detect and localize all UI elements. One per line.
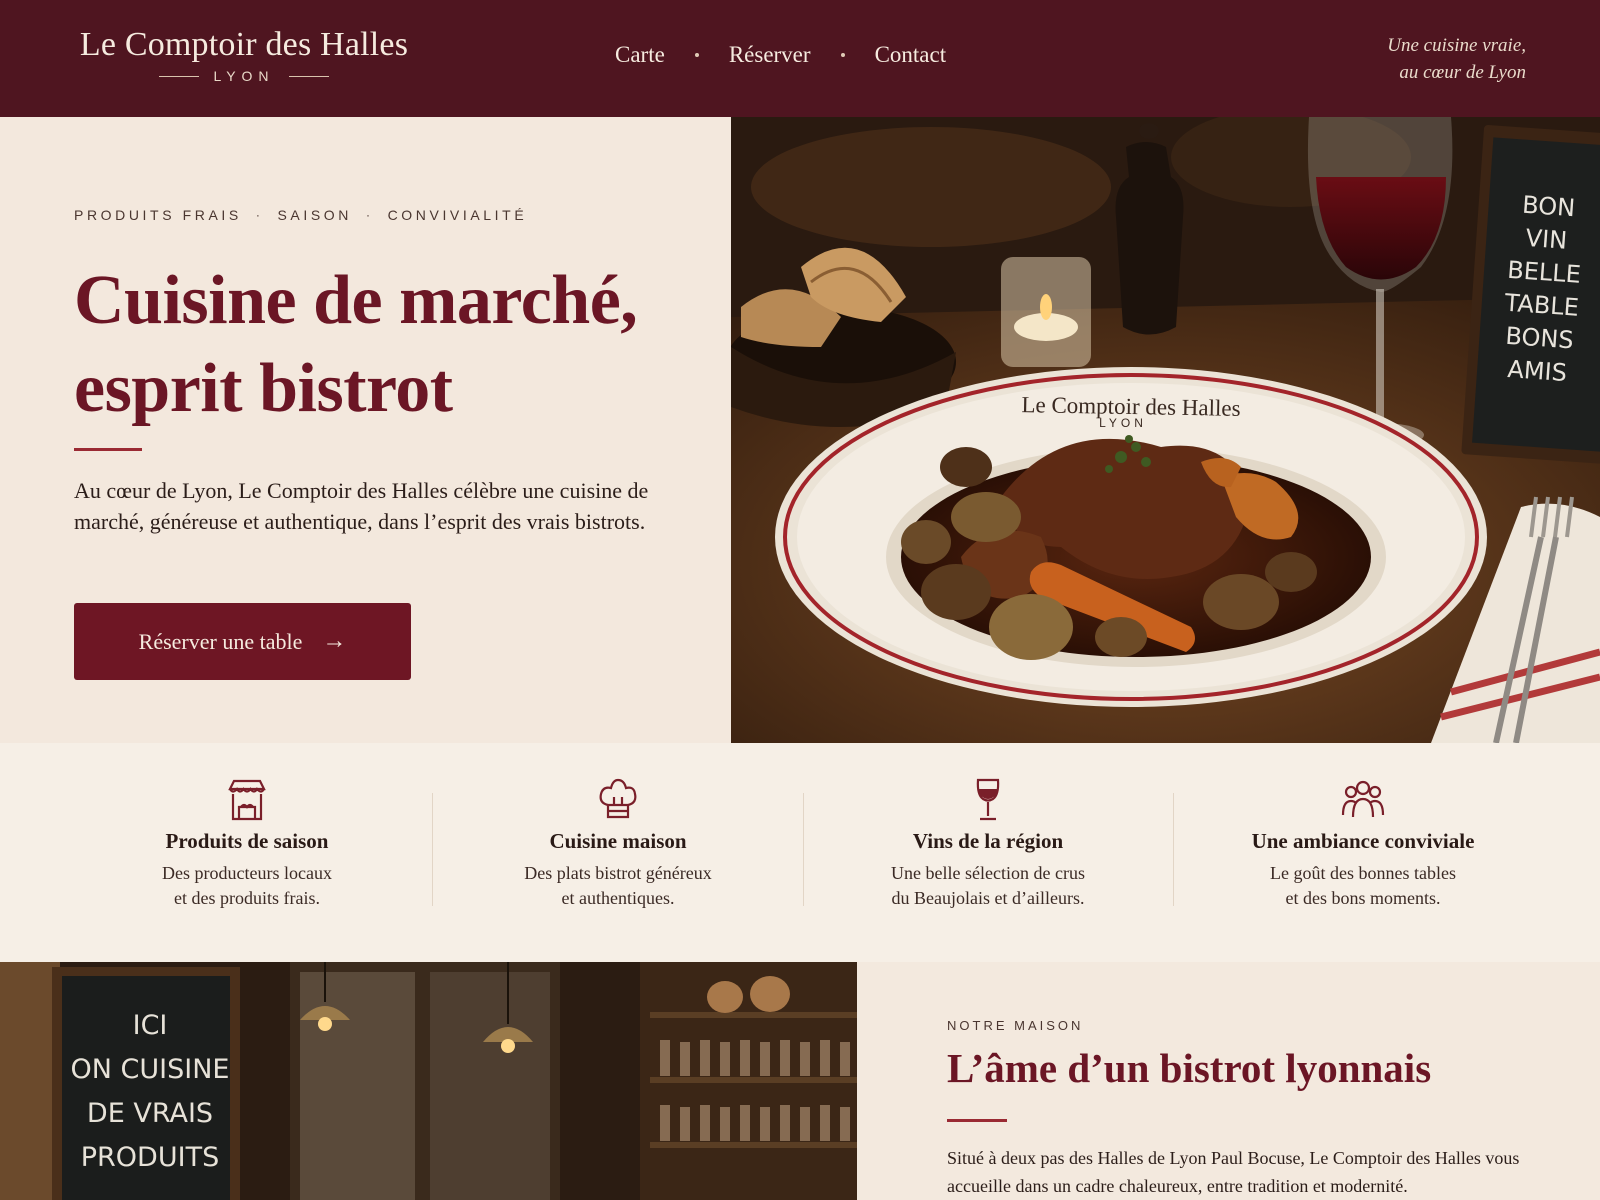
feature-title: Une ambiance conviviale: [1251, 829, 1475, 853]
wine-glass-icon: [976, 778, 1000, 821]
nav-separator: [840, 53, 845, 57]
people-icon: [1341, 780, 1385, 818]
nav-item-carte[interactable]: Carte: [615, 42, 665, 68]
feature-card: Cuisine maison Des plats bistrot généreu…: [448, 743, 788, 962]
feature-card: Vins de la région Une belle sélection de…: [818, 743, 1158, 962]
feature-description: Une belle sélection de crus du Beaujolai…: [818, 861, 1158, 911]
eyebrow-item: SAISON: [277, 207, 352, 223]
about-description: Situé à deux pas des Halles de Lyon Paul…: [947, 1148, 1520, 1196]
feature-divider: [432, 793, 433, 906]
eyebrow-separator: ·: [255, 208, 264, 222]
hero-title: Cuisine de marché, esprit bistrot: [74, 257, 638, 433]
chalkboard-line: BONS: [1505, 322, 1575, 355]
bistrot-interior-photo: ICI ON CUISINE DE VRAIS PRODUITS: [0, 962, 857, 1200]
chalkboard-line: VIN: [1525, 224, 1568, 255]
chalkboard-line: BELLE: [1506, 256, 1581, 289]
feature-divider: [1173, 793, 1174, 906]
feature-card: Produits de saison Des producteurs locau…: [77, 743, 417, 962]
brand-logo[interactable]: Le Comptoir des Halles LYON: [74, 26, 414, 84]
plate-city: LYON: [1099, 416, 1147, 430]
market-stall-icon: [228, 779, 266, 821]
feature-description-line: et des bons moments.: [1285, 888, 1441, 908]
about-divider: [947, 1119, 1007, 1122]
arrow-right-icon: →: [322, 628, 347, 654]
brand-rule-left: [159, 75, 200, 77]
eyebrow-separator: ·: [365, 208, 374, 222]
site-header: Le Comptoir des Halles LYON Carte Réserv…: [0, 0, 1600, 117]
eyebrow-item: PRODUITS FRAIS: [74, 207, 242, 223]
brand-city: LYON: [213, 68, 275, 84]
nav-item-reserver[interactable]: Réserver: [729, 42, 811, 68]
brand-city-row: LYON: [74, 68, 414, 84]
hero-divider: [74, 448, 142, 451]
feature-divider: [803, 793, 804, 906]
hero-title-line-1: Cuisine de marché,: [74, 262, 638, 339]
bistrot-interior-illustration: ICI ON CUISINE DE VRAIS PRODUITS: [0, 962, 857, 1200]
feature-description-line: Des plats bistrot généreux: [524, 863, 712, 883]
main-nav: Carte Réserver Contact: [615, 42, 946, 68]
tagline-line-1: Une cuisine vraie,: [1387, 35, 1526, 56]
sign-line: ICI: [133, 1010, 168, 1041]
chalkboard-line: BON: [1521, 191, 1576, 223]
reserve-table-label: Réserver une table: [138, 628, 303, 654]
chef-hat-icon: [599, 778, 637, 819]
feature-description: Des producteurs locaux et des produits f…: [77, 861, 417, 911]
about-section: NOTRE MAISON L’âme d’un bistrot lyonnais…: [857, 962, 1600, 1200]
feature-description-line: et des produits frais.: [174, 888, 320, 908]
feature-description-line: du Beaujolais et d’ailleurs.: [891, 888, 1085, 908]
nav-item-contact[interactable]: Contact: [875, 42, 947, 68]
feature-title: Cuisine maison: [549, 829, 687, 853]
eyebrow-item: CONVIVIALITÉ: [387, 207, 528, 223]
sign-line: DE VRAIS: [87, 1098, 213, 1129]
tagline-line-2: au cœur de Lyon: [1399, 62, 1526, 83]
coq-au-vin-illustration: BON VIN BELLE TABLE BONS AMIS Le Comptoi…: [731, 117, 1600, 743]
header-tagline: Une cuisine vraie, au cœur de Lyon: [1387, 32, 1526, 86]
nav-separator: [694, 53, 699, 57]
hero-description: Au cœur de Lyon, Le Comptoir des Halles …: [74, 478, 649, 534]
reserve-table-button[interactable]: Réserver une table →: [74, 603, 411, 680]
about-title: L’âme d’un bistrot lyonnais: [947, 1045, 1432, 1091]
feature-description-line: Le goût des bonnes tables: [1270, 863, 1456, 883]
sign-line: ON CUISINE: [71, 1054, 230, 1085]
feature-description: Le goût des bonnes tables et des bons mo…: [1193, 861, 1533, 911]
chalkboard-line: AMIS: [1507, 355, 1568, 387]
features-strip: Produits de saison Des producteurs locau…: [0, 743, 1600, 962]
feature-card: Une ambiance conviviale Le goût des bonn…: [1193, 743, 1533, 962]
brand-rule-right: [288, 75, 329, 77]
chalkboard-line: TABLE: [1503, 289, 1580, 322]
feature-description-line: Une belle sélection de crus: [891, 863, 1085, 883]
feature-description-line: et authentiques.: [561, 888, 675, 908]
feature-title: Produits de saison: [165, 829, 329, 853]
feature-description: Des plats bistrot généreux et authentiqu…: [448, 861, 788, 911]
feature-description-line: Des producteurs locaux: [162, 863, 332, 883]
sign-line: PRODUITS: [81, 1142, 219, 1173]
about-eyebrow: NOTRE MAISON: [947, 1018, 1084, 1033]
hero-dish-photo: BON VIN BELLE TABLE BONS AMIS Le Comptoi…: [731, 117, 1600, 743]
feature-title: Vins de la région: [912, 829, 1064, 853]
hero-eyebrow: PRODUITS FRAIS · SAISON · CONVIVIALITÉ: [74, 207, 527, 223]
hero-title-line-2: esprit bistrot: [74, 350, 453, 427]
hero-section: PRODUITS FRAIS · SAISON · CONVIVIALITÉ C…: [0, 117, 731, 743]
brand-name: Le Comptoir des Halles: [79, 26, 409, 63]
